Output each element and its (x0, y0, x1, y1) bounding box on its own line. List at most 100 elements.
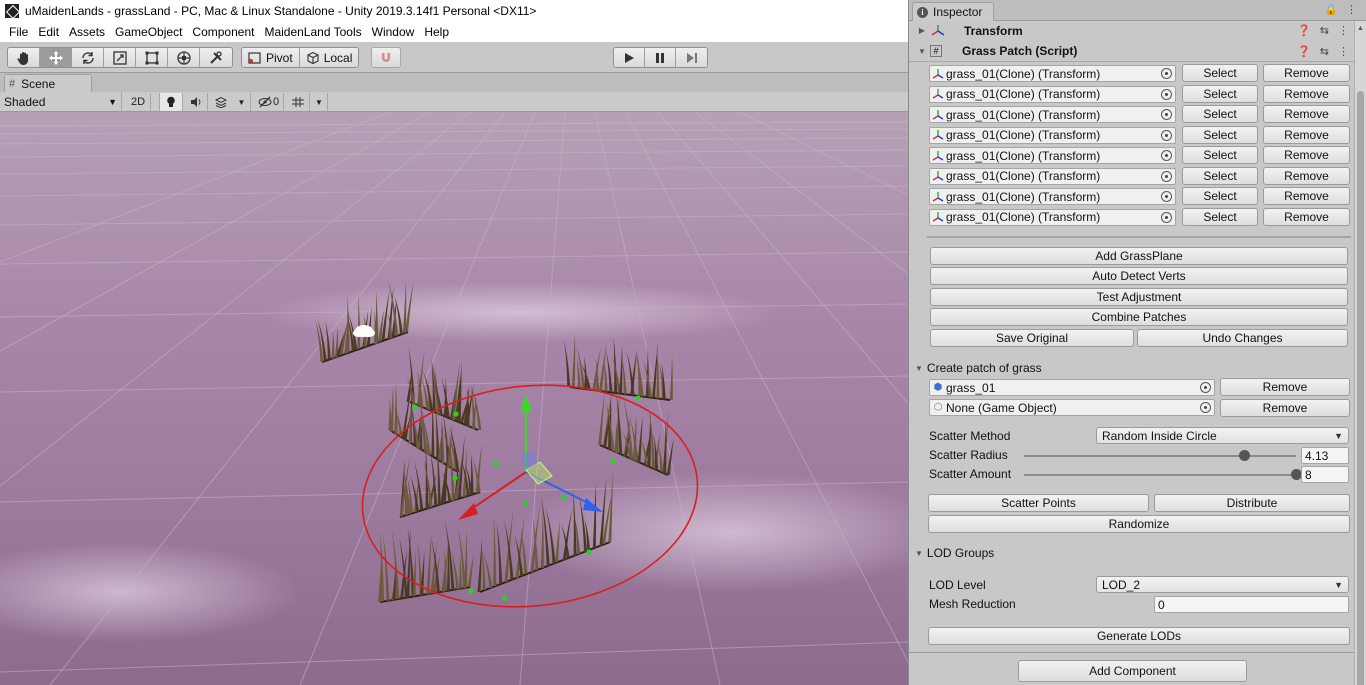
scatter-radius-slider[interactable] (1024, 455, 1296, 457)
object-picker-icon[interactable] (1161, 170, 1172, 182)
scatter-point[interactable] (523, 501, 529, 507)
scatter-points-button[interactable]: Scatter Points (928, 494, 1149, 512)
patch-transform-field[interactable]: grass_01(Clone) (Transform) (929, 167, 1176, 185)
preset-icon[interactable]: ⇆ (1320, 24, 1329, 37)
menu-window[interactable]: Window (367, 25, 420, 39)
menu-maidenland-tools[interactable]: MaidenLand Tools (259, 25, 366, 39)
select-patch-button[interactable]: Select (1182, 146, 1258, 164)
scatter-amount-input[interactable]: 8 (1301, 466, 1349, 483)
tab-inspector[interactable]: i Inspector (912, 2, 994, 21)
custom-tool-button[interactable] (200, 48, 232, 67)
scatter-method-dropdown[interactable]: Random Inside Circle ▼ (1096, 427, 1349, 444)
remove-patch-button[interactable]: Remove (1263, 84, 1350, 103)
object-picker-icon[interactable] (1161, 150, 1172, 161)
scatter-point[interactable] (610, 458, 616, 464)
lod-level-dropdown[interactable]: LOD_2 ▼ (1096, 576, 1349, 593)
menu-dots-icon[interactable]: ⋮ (1338, 24, 1349, 37)
object-picker-icon[interactable] (1161, 88, 1172, 100)
patch-transform-field[interactable]: grass_01(Clone) (Transform) (929, 85, 1176, 103)
menu-dots-icon[interactable]: ⋮ (1338, 45, 1349, 58)
rect-tool-button[interactable] (136, 48, 168, 67)
scene-lighting-toggle[interactable] (159, 93, 183, 111)
mode-2d-button[interactable]: 2D (126, 93, 151, 111)
menu-file[interactable]: File (4, 25, 33, 39)
scene-effects-toggle[interactable] (209, 93, 233, 111)
remove-patch-button[interactable]: Remove (1263, 166, 1350, 185)
add-grassplane-button[interactable]: Add GrassPlane (930, 247, 1348, 265)
scale-tool-button[interactable] (104, 48, 136, 67)
scatter-point[interactable] (412, 404, 418, 410)
effects-dropdown[interactable]: ▼ (233, 93, 251, 111)
object-picker-icon[interactable] (1161, 191, 1172, 202)
object-picker-icon[interactable] (1161, 109, 1172, 120)
select-patch-button[interactable]: Select (1182, 125, 1258, 144)
combine-patches-button[interactable]: Combine Patches (930, 308, 1348, 326)
create-patch-foldout[interactable]: ▼ Create patch of grass (915, 361, 1042, 375)
grid-dropdown[interactable]: ▼ (311, 93, 328, 111)
menu-assets[interactable]: Assets (64, 25, 110, 39)
scatter-point[interactable] (453, 411, 459, 417)
scene-canvas[interactable] (0, 112, 908, 685)
object-picker-icon[interactable] (1200, 402, 1211, 413)
auto-detect-verts-button[interactable]: Auto Detect Verts (930, 267, 1348, 285)
remove-prefab-2-button[interactable]: Remove (1220, 399, 1350, 417)
tab-scene[interactable]: # Scene (4, 74, 92, 92)
mesh-reduction-input[interactable]: 0 (1154, 596, 1349, 613)
move-tool-button[interactable] (40, 48, 72, 67)
scatter-point[interactable] (468, 588, 474, 594)
menu-help[interactable]: Help (419, 25, 454, 39)
grid-toggle[interactable] (286, 93, 310, 111)
randomize-button[interactable]: Randomize (928, 515, 1350, 533)
chevron-right-icon[interactable]: ▶ (915, 26, 929, 35)
scatter-radius-slider-thumb[interactable] (1239, 450, 1251, 461)
object-picker-icon[interactable] (1200, 382, 1211, 393)
select-patch-button[interactable]: Select (1182, 166, 1258, 185)
pivot-toggle[interactable]: Pivot (242, 48, 300, 67)
prefab-field-1[interactable]: ⬢ grass_01 (929, 379, 1215, 396)
local-toggle[interactable]: Local (299, 48, 359, 67)
patch-transform-field[interactable]: grass_01(Clone) (Transform) (929, 147, 1176, 164)
scatter-point[interactable] (493, 461, 499, 467)
menu-component[interactable]: Component (187, 25, 259, 39)
scatter-point[interactable] (586, 549, 592, 555)
shading-mode-dropdown[interactable]: Shaded ▼ (0, 92, 122, 111)
select-patch-button[interactable]: Select (1182, 187, 1258, 205)
scatter-amount-slider[interactable] (1024, 474, 1296, 476)
object-picker-icon[interactable] (1161, 129, 1172, 141)
pause-button[interactable] (645, 48, 676, 67)
scatter-point[interactable] (452, 475, 458, 481)
remove-patch-button[interactable]: Remove (1263, 146, 1350, 164)
hidden-objects-toggle[interactable]: 0 (254, 93, 284, 111)
menu-edit[interactable]: Edit (33, 25, 64, 39)
save-original-button[interactable]: Save Original (930, 329, 1134, 347)
select-patch-button[interactable]: Select (1182, 64, 1258, 82)
remove-patch-button[interactable]: Remove (1263, 105, 1350, 123)
help-icon[interactable]: ❓ (1297, 24, 1311, 37)
remove-patch-button[interactable]: Remove (1263, 187, 1350, 205)
transform-tool-button[interactable] (168, 48, 200, 67)
hand-tool-button[interactable] (8, 48, 40, 67)
grass-patch-script-header[interactable]: ▼ # Grass Patch (Script) ❓ ⇆ ⋮ (909, 41, 1355, 62)
remove-patch-button[interactable]: Remove (1263, 125, 1350, 144)
scatter-point[interactable] (635, 395, 641, 401)
object-picker-icon[interactable] (1161, 211, 1172, 223)
rotate-tool-button[interactable] (72, 48, 104, 67)
scene-audio-toggle[interactable] (184, 93, 208, 111)
select-patch-button[interactable]: Select (1182, 84, 1258, 103)
lock-icon[interactable]: 🔒 (1324, 3, 1338, 16)
menu-gameobject[interactable]: GameObject (110, 25, 187, 39)
undo-changes-button[interactable]: Undo Changes (1137, 329, 1348, 347)
inspector-scrollbar[interactable]: ▲ (1354, 21, 1366, 685)
lod-groups-foldout[interactable]: ▼ LOD Groups (915, 546, 994, 560)
scene-viewport[interactable] (0, 112, 908, 685)
transform-component-header[interactable]: ▶ Transform ❓ ⇆ ⋮ (909, 20, 1355, 41)
menu-dots-icon[interactable]: ⋮ (1346, 3, 1357, 16)
scatter-point[interactable] (502, 595, 508, 601)
patch-transform-field[interactable]: grass_01(Clone) (Transform) (929, 188, 1176, 205)
grid-snap-button[interactable] (372, 48, 400, 67)
chevron-down-icon[interactable]: ▼ (915, 47, 929, 56)
scrollbar-thumb[interactable] (1357, 91, 1364, 685)
scatter-radius-input[interactable]: 4.13 (1301, 447, 1349, 464)
remove-patch-button[interactable]: Remove (1263, 64, 1350, 82)
test-adjustment-button[interactable]: Test Adjustment (930, 288, 1348, 306)
